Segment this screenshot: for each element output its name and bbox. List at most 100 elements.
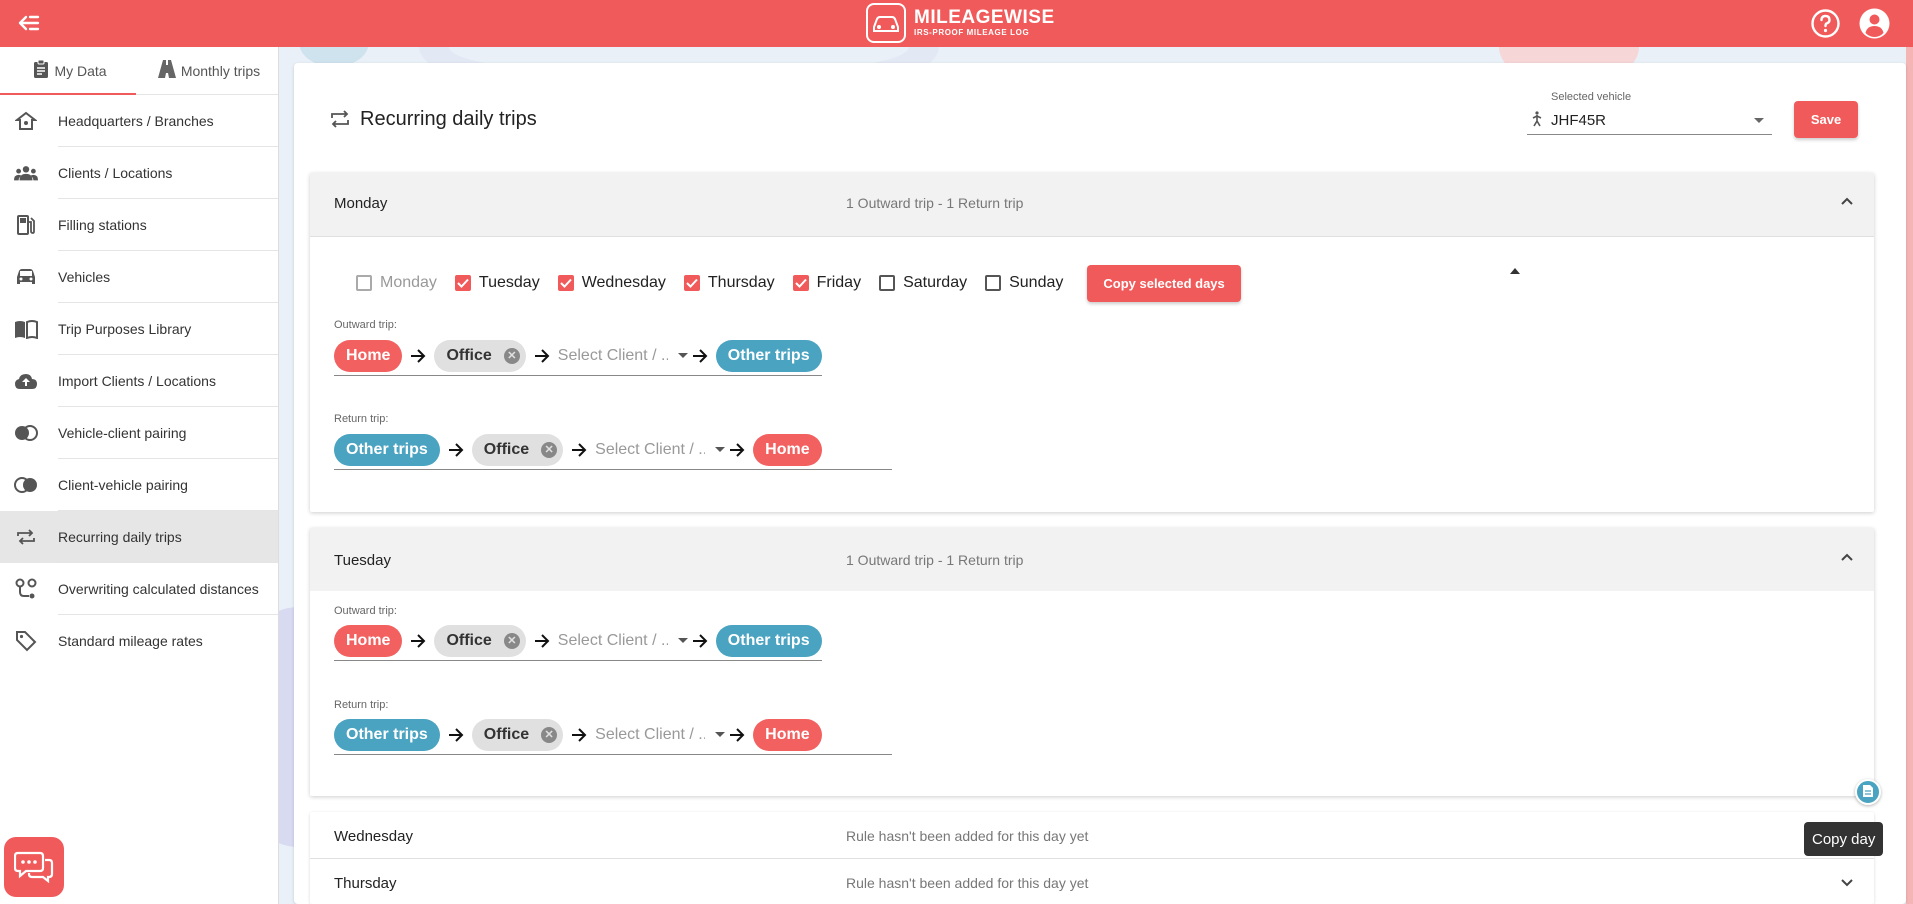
start-location-chip[interactable]: Home — [334, 339, 403, 372]
sidebar-item-label: Standard mileage rates — [58, 633, 203, 649]
arrow-right-icon — [569, 440, 589, 460]
chat-button[interactable] — [4, 837, 64, 897]
select-client-dropdown[interactable]: Select Client / ... — [558, 340, 690, 372]
book-icon — [14, 317, 38, 341]
day-panel-header-wednesday[interactable]: Wednesday Rule hasn't been added for thi… — [310, 812, 1874, 858]
arrow-right-icon — [408, 631, 428, 651]
sidebar-item-vehicles[interactable]: Vehicles — [0, 251, 278, 303]
sidebar-item-label: Import Clients / Locations — [58, 373, 216, 389]
logo-tagline: IRS-PROOF MILEAGE LOG — [914, 28, 1030, 37]
sidebar-item-overwriting-distances[interactable]: Overwriting calculated distances — [0, 563, 278, 615]
day-name: Wednesday — [334, 828, 413, 845]
checkbox-icon — [879, 275, 896, 291]
copy-checkbox-sunday[interactable]: Sunday — [985, 274, 1063, 292]
select-client-placeholder: Select Client / ... — [557, 631, 668, 649]
start-location-chip[interactable]: Other trips — [334, 718, 440, 751]
day-panel-header[interactable]: Tuesday 1 Outward trip - 1 Return trip — [310, 528, 1874, 591]
day-summary: Rule hasn't been added for this day yet — [846, 875, 1089, 891]
day-panel-monday: Monday 1 Outward trip - 1 Return trip Mo… — [310, 173, 1874, 512]
tab-my-data[interactable]: My Data — [0, 47, 139, 94]
logo-name: MILEAGEWISE — [914, 7, 1055, 28]
account-icon[interactable] — [1858, 7, 1891, 40]
arrow-right-icon — [569, 725, 589, 745]
select-client-dropdown[interactable]: Select Client / ... — [595, 434, 727, 466]
car-icon — [14, 265, 38, 289]
day-panel-header-thursday[interactable]: Thursday Rule hasn't been added for this… — [310, 859, 1874, 904]
sidebar-item-vehicle-client-pairing[interactable]: Vehicle-client pairing — [0, 407, 278, 459]
card-header: Recurring daily trips Selected vehicle J… — [294, 63, 1906, 173]
tag-icon — [14, 629, 38, 653]
cloud-upload-icon — [14, 369, 38, 393]
checkbox-label: Wednesday — [581, 274, 666, 291]
end-location-chip[interactable]: Other trips — [715, 624, 822, 657]
sidebar-item-label: Client-vehicle pairing — [58, 477, 188, 493]
top-bar: MILEAGEWISE IRS-PROOF MILEAGE LOG — [0, 0, 1913, 47]
chip-label: Office — [446, 631, 492, 649]
stop-location-chip[interactable]: Office ✕ — [471, 718, 564, 751]
stop-location-chip[interactable]: Office ✕ — [434, 624, 526, 657]
remove-chip-icon[interactable]: ✕ — [503, 347, 520, 364]
return-trip-label: Return trip: — [334, 413, 389, 425]
save-button[interactable]: Save — [1794, 101, 1858, 138]
route-icon — [14, 577, 38, 601]
start-location-chip[interactable]: Home — [334, 624, 403, 657]
help-icon[interactable] — [1810, 8, 1841, 39]
end-location-chip[interactable]: Home — [753, 718, 822, 751]
sidebar-item-label: Clients / Locations — [58, 165, 173, 181]
copy-checkbox-thursday[interactable]: Thursday — [683, 274, 775, 292]
sidebar-item-clients[interactable]: Clients / Locations — [0, 147, 278, 199]
vehicle-select-value: JHF45R — [1551, 112, 1607, 129]
copy-day-button[interactable] — [1855, 779, 1881, 805]
copy-day-tooltip: Copy day — [1804, 822, 1884, 856]
road-icon — [157, 59, 177, 82]
day-summary: 1 Outward trip - 1 Return trip — [846, 195, 1024, 211]
back-arrow-icon[interactable] — [14, 10, 42, 36]
sidebar-item-filling-stations[interactable]: Filling stations — [0, 199, 278, 251]
stop-location-chip[interactable]: Office ✕ — [434, 339, 526, 372]
end-location-chip[interactable]: Other trips — [715, 339, 822, 372]
remove-chip-icon[interactable]: ✕ — [541, 441, 558, 458]
dropdown-caret-icon — [715, 446, 726, 452]
clipboard-icon — [32, 59, 50, 82]
copy-checkbox-wednesday[interactable]: Wednesday — [557, 274, 666, 292]
outward-trip-label: Outward trip: — [334, 605, 397, 617]
sidebar-item-client-vehicle-pairing[interactable]: Client-vehicle pairing — [0, 459, 278, 511]
remove-chip-icon[interactable]: ✕ — [503, 632, 520, 649]
day-panel-header[interactable]: Monday 1 Outward trip - 1 Return trip — [310, 173, 1874, 236]
vehicle-select[interactable]: JHF45R — [1527, 105, 1772, 135]
stop-location-chip[interactable]: Office ✕ — [471, 433, 564, 466]
copy-document-icon — [1862, 784, 1874, 801]
sidebar-item-label: Recurring daily trips — [58, 529, 182, 545]
page-title: Recurring daily trips — [360, 108, 537, 130]
copy-selected-days-button[interactable]: Copy selected days — [1087, 264, 1241, 302]
repeat-icon — [14, 525, 38, 549]
checkbox-checked-icon — [683, 275, 700, 291]
sidebar-item-trip-purposes[interactable]: Trip Purposes Library — [0, 303, 278, 355]
chevron-down-icon[interactable] — [1840, 875, 1854, 889]
select-client-placeholder: Select Client / ... — [595, 440, 706, 458]
tab-monthly-trips[interactable]: Monthly trips — [139, 47, 278, 94]
chevron-up-icon[interactable] — [1840, 194, 1854, 208]
select-client-dropdown[interactable]: Select Client / ... — [558, 625, 690, 657]
arrow-right-icon — [690, 631, 710, 651]
sidebar-item-headquarters[interactable]: Headquarters / Branches — [0, 95, 278, 147]
copy-checkbox-monday[interactable]: Monday — [356, 274, 437, 292]
collapse-copy-options-icon[interactable] — [1510, 268, 1520, 274]
copy-checkbox-tuesday[interactable]: Tuesday — [454, 274, 540, 292]
app-logo[interactable]: MILEAGEWISE IRS-PROOF MILEAGE LOG — [866, 3, 1055, 43]
copy-checkbox-friday[interactable]: Friday — [792, 274, 861, 292]
copy-checkbox-saturday[interactable]: Saturday — [879, 274, 967, 292]
dropdown-caret-icon — [677, 352, 688, 358]
sidebar-item-recurring-daily-trips[interactable]: Recurring daily trips — [0, 511, 278, 563]
people-icon — [14, 161, 38, 185]
start-location-chip[interactable]: Other trips — [334, 433, 440, 466]
return-trip-label: Return trip: — [334, 699, 389, 711]
sidebar-item-import-clients[interactable]: Import Clients / Locations — [0, 355, 278, 407]
select-client-dropdown[interactable]: Select Client / ... — [595, 719, 727, 751]
chevron-up-icon[interactable] — [1840, 550, 1854, 564]
end-location-chip[interactable]: Home — [753, 433, 822, 466]
remove-chip-icon[interactable]: ✕ — [541, 726, 558, 743]
arrow-right-icon — [532, 346, 552, 366]
checkbox-icon — [356, 275, 372, 291]
sidebar-item-standard-mileage-rates[interactable]: Standard mileage rates — [0, 615, 278, 667]
